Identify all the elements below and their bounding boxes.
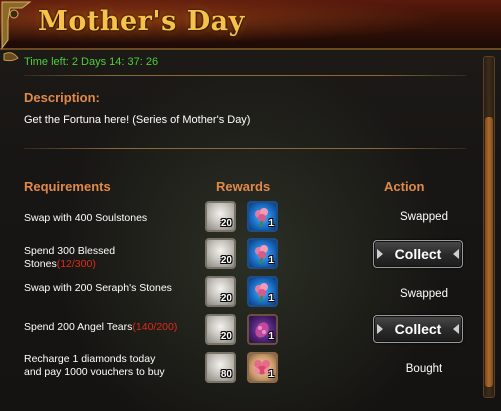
requirement-text: Swap with 200 Seraph's Stones: [24, 282, 172, 294]
window-title: Mother's Day: [38, 6, 245, 37]
arrow-right-icon: [453, 249, 459, 259]
time-left-countdown: Time left: 2 Days 14: 37: 26: [24, 56, 159, 68]
mothers-day-event-window: Mother's Day Time left: 2 Days 14: 37: 2…: [0, 0, 501, 411]
rewards-column-header: Rewards: [216, 179, 271, 194]
flower-vial-icon[interactable]: 1: [247, 314, 278, 345]
divider: [24, 148, 466, 149]
rose-bouquet-icon[interactable]: 1: [247, 276, 278, 307]
scrollbar-thumb[interactable]: [485, 117, 493, 387]
requirement-text: Recharge 1 diamonds today and pay 1000 v…: [24, 353, 165, 378]
collect-button[interactable]: Collect: [373, 240, 463, 268]
vertical-scrollbar[interactable]: [483, 56, 495, 398]
reward-quantity: 1: [268, 218, 274, 229]
arrow-left-icon: [377, 324, 383, 334]
rose-box-icon[interactable]: 1: [247, 352, 278, 383]
corner-ornament-icon: [1, 1, 32, 62]
swapped-status: Swapped: [400, 288, 448, 300]
action-column-header: Action: [384, 179, 425, 194]
white-stone-icon[interactable]: 20: [205, 238, 236, 269]
reward-quantity: 1: [268, 255, 274, 266]
requirement-progress: (12/300): [56, 258, 96, 270]
swapped-status: Swapped: [400, 211, 448, 223]
reward-quantity: 20: [220, 218, 232, 229]
collect-button[interactable]: Collect: [373, 315, 463, 343]
bought-status: Bought: [405, 363, 443, 375]
white-stone-icon[interactable]: 20: [205, 201, 236, 232]
description-text: Get the Fortuna here! (Series of Mother'…: [24, 114, 251, 126]
divider: [24, 75, 466, 76]
reward-quantity: 80: [220, 369, 232, 380]
requirements-column-header: Requirements: [24, 179, 111, 194]
white-stone-icon[interactable]: 20: [205, 276, 236, 307]
arrow-left-icon: [377, 249, 383, 259]
requirement-progress: (140/200): [132, 321, 178, 333]
requirement-text: Swap with 400 Soulstones: [24, 212, 148, 224]
reward-quantity: 1: [268, 331, 274, 342]
reward-quantity: 20: [220, 255, 232, 266]
reward-quantity: 1: [268, 369, 274, 380]
white-stone-icon[interactable]: 80: [205, 352, 236, 383]
reward-quantity: 1: [268, 293, 274, 304]
rose-bouquet-icon[interactable]: 1: [247, 238, 278, 269]
arrow-right-icon: [453, 324, 459, 334]
white-stone-icon[interactable]: 20: [205, 314, 236, 345]
reward-quantity: 20: [220, 331, 232, 342]
rose-bouquet-icon[interactable]: 1: [247, 201, 278, 232]
description-heading: Description:: [24, 90, 100, 105]
requirement-text: Spend 200 Angel Tears(140/200): [24, 321, 178, 333]
reward-quantity: 20: [220, 293, 232, 304]
requirement-text: Spend 300 Blessed Stones(12/300): [24, 245, 116, 270]
